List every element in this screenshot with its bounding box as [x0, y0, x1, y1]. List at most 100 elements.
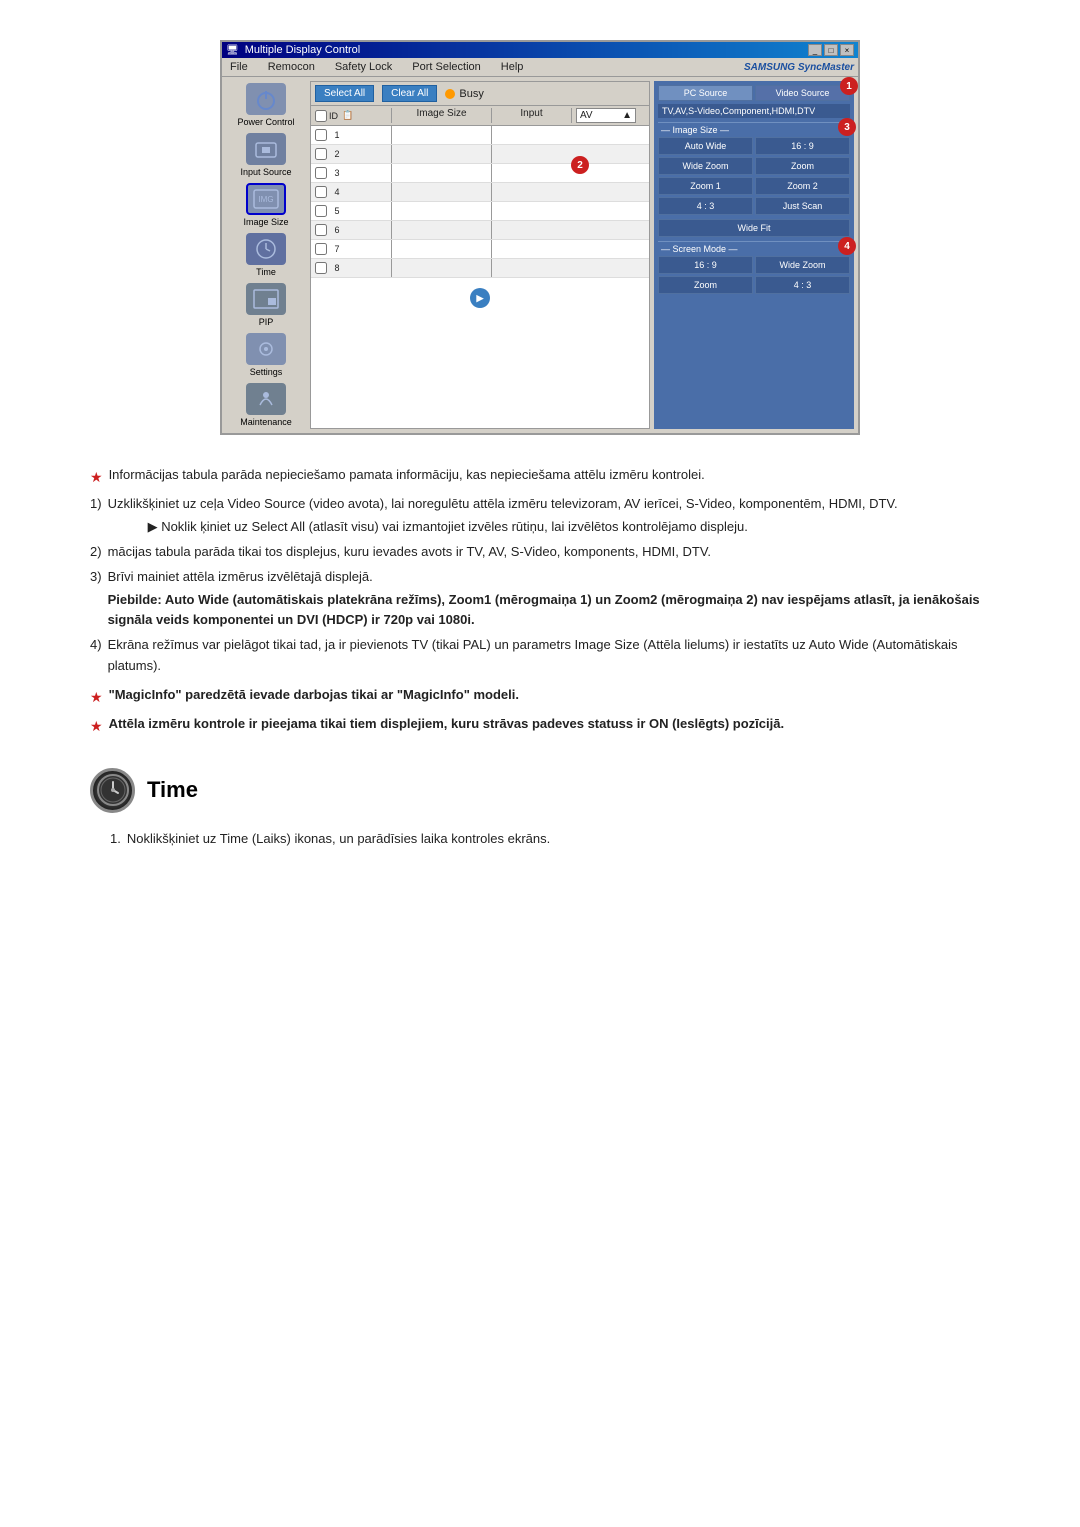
ratio-16-9-button[interactable]: 16 : 9	[755, 137, 850, 155]
menu-bar: File Remocon Safety Lock Port Selection …	[222, 58, 858, 77]
screen-zoom-button[interactable]: Zoom	[658, 276, 753, 294]
sidebar-item-image-size[interactable]: IMG Image Size	[230, 181, 302, 229]
zoom2-button[interactable]: Zoom 2	[755, 177, 850, 195]
row-checkbox[interactable]	[315, 148, 327, 160]
svg-text:IMG: IMG	[258, 195, 273, 204]
sidebar-item-maintenance[interactable]: Maintenance	[230, 381, 302, 429]
screen-ratio-16-9-button[interactable]: 16 : 9	[658, 256, 753, 274]
list-item-3: 3) Brīvi mainiet attēla izmērus izvēlēta…	[90, 567, 990, 631]
select-all-button[interactable]: Select All	[315, 85, 374, 102]
maintenance-icon	[246, 383, 286, 415]
table-row: 8	[311, 259, 649, 278]
table-header: ID 📋 Image Size Input AV ▲	[311, 106, 649, 126]
star-text-2: "MagicInfo" paredzētā ievade darbojas ti…	[109, 685, 519, 706]
list-text-4: Ekrāna režīmus var pielāgot tikai tad, j…	[108, 635, 990, 677]
row-checkbox[interactable]	[315, 224, 327, 236]
auto-wide-button[interactable]: Auto Wide	[658, 137, 753, 155]
row-input	[491, 126, 571, 144]
screen-4-3-button[interactable]: 4 : 3	[755, 276, 850, 294]
row-checkbox[interactable]	[315, 167, 327, 179]
input-dropdown[interactable]: AV ▲	[576, 108, 636, 123]
row-input	[491, 202, 571, 220]
row-checkbox[interactable]	[315, 243, 327, 255]
screen-mode-section-label: — Screen Mode —	[658, 241, 850, 254]
row-checkbox[interactable]	[315, 186, 327, 198]
table-row: 3	[311, 164, 649, 183]
header-icon: 📋	[342, 110, 353, 121]
row-checks: 4	[311, 183, 391, 201]
row-input	[491, 259, 571, 277]
row-checks: 7	[311, 240, 391, 258]
row-checks: 5	[311, 202, 391, 220]
header-checkbox-1[interactable]	[315, 110, 327, 122]
input-source-label: Input Source	[240, 167, 291, 177]
pip-icon	[246, 283, 286, 315]
close-button[interactable]: ×	[840, 44, 854, 56]
row-input	[491, 221, 571, 239]
app-window: 🖥 Multiple Display Control _ □ × File Re…	[220, 40, 860, 435]
table-row: 1	[311, 126, 649, 145]
input-value: AV	[580, 110, 593, 121]
sidebar-item-input-source[interactable]: Input Source	[230, 131, 302, 179]
row-checkbox[interactable]	[315, 205, 327, 217]
star-icon-2: ★	[90, 686, 103, 708]
noklik-icon: ▶	[148, 519, 158, 534]
right-panel: 1 PC Source Video Source TV,AV,S-Video,C…	[654, 81, 854, 429]
time-title: Time	[147, 772, 198, 807]
settings-label: Settings	[250, 367, 283, 377]
ratio-4-3-button[interactable]: 4 : 3	[658, 197, 753, 215]
row-id: 8	[329, 263, 345, 273]
image-size-section-label: — Image Size —	[658, 122, 850, 135]
time-icon	[246, 233, 286, 265]
menu-help[interactable]: Help	[497, 60, 528, 74]
center-panel: Select All Clear All Busy ID 📋 Image Siz…	[310, 81, 650, 429]
wide-zoom-button[interactable]: Wide Zoom	[658, 157, 753, 175]
pc-source-tab[interactable]: PC Source	[658, 85, 753, 101]
list-text-3: Brīvi mainiet attēla izmērus izvēlētajā …	[108, 567, 990, 588]
star-item-2: ★ "MagicInfo" paredzētā ievade darbojas …	[90, 685, 990, 708]
row-id: 4	[329, 187, 345, 197]
row-input	[491, 164, 571, 182]
menu-port-selection[interactable]: Port Selection	[408, 60, 484, 74]
apply-button[interactable]: ▶	[470, 288, 490, 308]
screen-wide-zoom-button[interactable]: Wide Zoom	[755, 256, 850, 274]
wide-fit-grid: Wide Fit	[658, 219, 850, 237]
numbered-list: 1) Uzklikšķiniet uz ceļa Video Source (v…	[90, 494, 990, 676]
row-input	[491, 240, 571, 258]
image-size-icon: IMG	[246, 183, 286, 215]
row-img-size	[391, 240, 491, 258]
row-img-size	[391, 126, 491, 144]
image-size-button-grid: Auto Wide 16 : 9 Wide Zoom Zoom Zoom 1 Z…	[658, 137, 850, 215]
menu-safety-lock[interactable]: Safety Lock	[331, 60, 396, 74]
menu-file[interactable]: File	[226, 60, 252, 74]
sidebar-item-settings[interactable]: Settings	[230, 331, 302, 379]
sidebar-item-time[interactable]: Time	[230, 231, 302, 279]
sidebar-item-pip[interactable]: PIP	[230, 281, 302, 329]
just-scan-button[interactable]: Just Scan	[755, 197, 850, 215]
video-source-tab[interactable]: Video Source	[755, 85, 850, 101]
menu-remocon[interactable]: Remocon	[264, 60, 319, 74]
maximize-button[interactable]: □	[824, 44, 838, 56]
sidebar-item-power-control[interactable]: Power Control	[230, 81, 302, 129]
time-label: Time	[256, 267, 276, 277]
source-tabs: PC Source Video Source	[658, 85, 850, 101]
window-controls: _ □ ×	[808, 44, 854, 56]
list-content-1: Uzklikšķiniet uz ceļa Video Source (vide…	[108, 494, 898, 538]
time-list: 1. Noklikšķiniet uz Time (Laiks) ikonas,…	[90, 829, 990, 850]
minimize-button[interactable]: _	[808, 44, 822, 56]
row-img-size	[391, 221, 491, 239]
power-control-label: Power Control	[237, 117, 294, 127]
row-checkbox[interactable]	[315, 129, 327, 141]
zoom1-button[interactable]: Zoom 1	[658, 177, 753, 195]
clear-all-button[interactable]: Clear All	[382, 85, 437, 102]
badge-1: 1	[840, 77, 858, 95]
wide-fit-button[interactable]: Wide Fit	[658, 219, 850, 237]
zoom-button[interactable]: Zoom	[755, 157, 850, 175]
row-checkbox[interactable]	[315, 262, 327, 274]
image-size-section: 3 — Image Size — Auto Wide 16 : 9 Wide Z…	[658, 122, 850, 237]
col-checks-header: ID 📋	[311, 108, 391, 123]
row-checks: 8	[311, 259, 391, 277]
table-row: 5	[311, 202, 649, 221]
table-body: 1 2	[311, 126, 649, 278]
star-text-1: Informācijas tabula parāda nepieciešamo …	[109, 465, 705, 486]
